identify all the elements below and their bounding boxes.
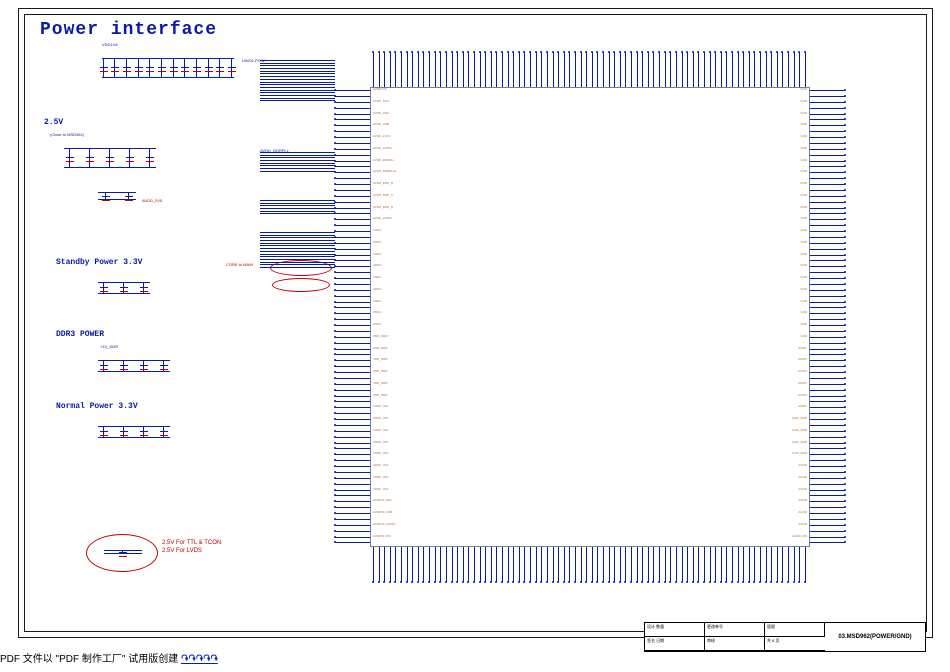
footer-link[interactable]: ֏֏֏֏֏ bbox=[181, 654, 218, 665]
footer-text: PDF 文件以 "PDF 制作工厂" 试用版创建 bbox=[0, 654, 181, 665]
note-line1: 2.5V For TTL & TCON bbox=[162, 540, 221, 546]
label-bypass1: (Close to MSD962) bbox=[50, 132, 84, 137]
page-title: Power interface bbox=[40, 20, 217, 40]
tb-cell-5: 签名 日期 bbox=[645, 637, 705, 651]
tb-partname: 03.MSD962(POWER/GND) bbox=[825, 623, 925, 651]
capbank-ddr3 bbox=[94, 350, 174, 382]
capbank-vdd1v8 bbox=[98, 48, 238, 88]
label-ddr-rail: +1V_DDR bbox=[100, 344, 118, 349]
note-ttl-tcon: 2.5V For TTL & TCON 2.5V For LVDS bbox=[162, 540, 221, 556]
label-normal: Normal Power 3.3V bbox=[56, 402, 138, 411]
schematic-sheet: Power interface VDD1V8 2.5V (Close to MS… bbox=[0, 0, 950, 672]
tb-cell-7: 共 8 页 bbox=[765, 637, 825, 651]
chip-refdes: U0001-POW bbox=[242, 58, 265, 63]
tb-cell-1: 设计 数量 bbox=[645, 623, 705, 637]
pin-row-bot bbox=[373, 547, 807, 582]
tb-cell-3: 版图 bbox=[765, 623, 825, 637]
capbank-lvds bbox=[100, 540, 146, 564]
title-block: 设计 数量 更改单号 版图 03.MSD962(POWER/GND) 签名 日期… bbox=[644, 622, 926, 652]
capbank-2v5-b bbox=[94, 182, 140, 210]
capbank-2v5 bbox=[60, 138, 160, 178]
ic-msd962: AVDD1V8AVDD_DACAVDD_ADCAVDD_USBAVDD_LVDS… bbox=[335, 52, 845, 582]
pin-col-left: AVDD1V8AVDD_DACAVDD_ADCAVDD_USBAVDD_LVDS… bbox=[335, 90, 370, 544]
pin-row-top bbox=[373, 52, 807, 87]
capbank-normal bbox=[94, 416, 174, 448]
label-standby: Standby Power 3.3V bbox=[56, 258, 142, 267]
capbank-standby bbox=[94, 272, 154, 304]
pin-col-right: GNDGNDGNDGNDGNDGNDGNDGNDGNDGNDGNDGNDGNDG… bbox=[810, 90, 845, 544]
tb-cell-6: 审核 bbox=[705, 637, 765, 651]
label-avdd-misc: AVDD_2V5 bbox=[142, 198, 162, 203]
net-bundle-3 bbox=[260, 200, 335, 230]
ic-body bbox=[370, 87, 810, 547]
footer: PDF 文件以 "PDF 制作工厂" 试用版创建 ֏֏֏֏֏ bbox=[0, 650, 218, 665]
net-bundle-1 bbox=[260, 60, 335, 136]
tb-cell-2: 更改单号 bbox=[705, 623, 765, 637]
label-vdd1v8: VDD1V8 bbox=[102, 42, 118, 47]
label-2v5: 2.5V bbox=[44, 118, 63, 127]
note-line2: 2.5V For LVDS bbox=[162, 548, 202, 554]
net-bundle-2 bbox=[260, 152, 335, 192]
label-core-to-main: CORE to MAIN bbox=[226, 262, 253, 267]
net-bundle-4 bbox=[260, 232, 335, 312]
label-rail-2: AVDD_DDRPLL bbox=[260, 148, 289, 153]
label-ddr3: DDR3 POWER bbox=[56, 330, 104, 339]
